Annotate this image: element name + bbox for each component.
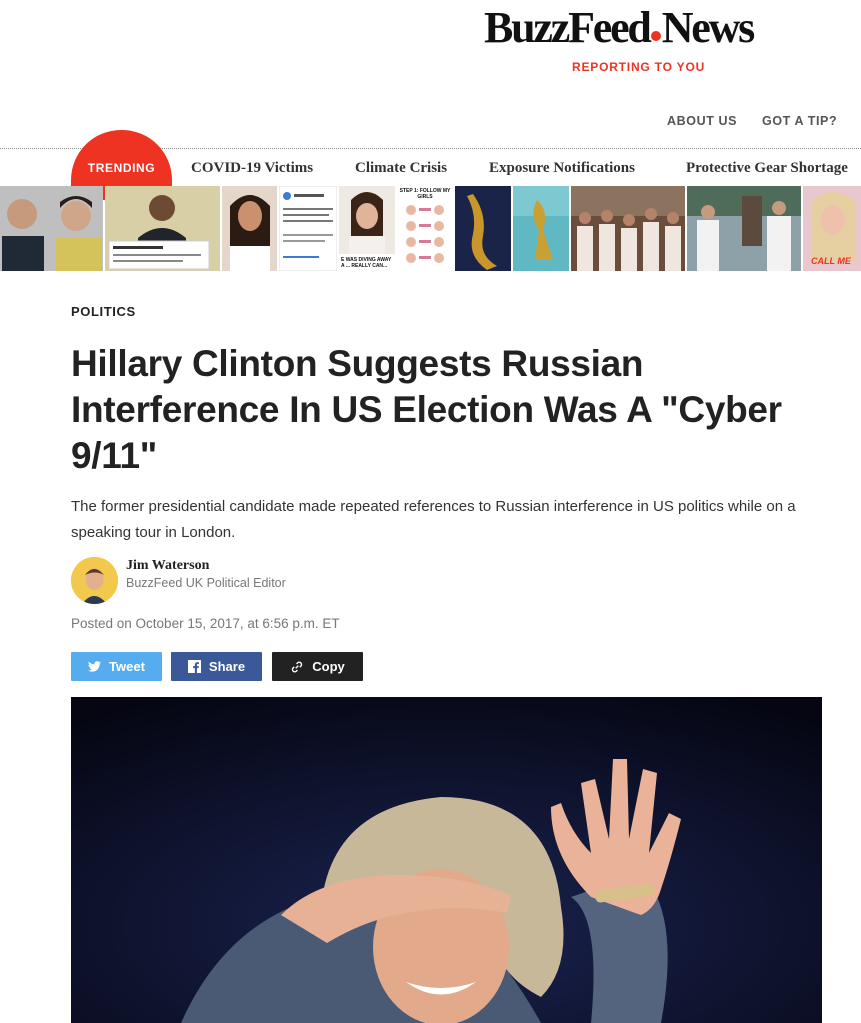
copy-link-button[interactable]: Copy xyxy=(272,652,363,681)
trending-thumb[interactable]: E WAS DIVING AWAY A ... REALLY CAN... xyxy=(339,186,395,271)
trending-link-protective-gear[interactable]: Protective Gear Shortage xyxy=(686,160,848,177)
trending-thumb[interactable] xyxy=(222,186,277,271)
trending-thumb[interactable] xyxy=(0,186,103,271)
facebook-f-icon xyxy=(187,660,201,673)
trending-thumb[interactable] xyxy=(279,186,337,271)
trending-link-climate-crisis[interactable]: Climate Crisis xyxy=(355,160,447,177)
thumbnail-image xyxy=(0,186,103,271)
article-dek: The former presidential candidate made r… xyxy=(71,498,796,541)
trending-link-covid-victims[interactable]: COVID-19 Victims xyxy=(191,160,313,177)
trending-thumb[interactable]: CALL ME xyxy=(803,186,861,271)
author-title: BuzzFeed UK Political Editor xyxy=(126,576,286,590)
logo-dot xyxy=(650,31,661,41)
posted-timestamp: Posted on October 15, 2017, at 6:56 p.m.… xyxy=(71,616,340,631)
article-headline: Hillary Clinton Suggests Russian Interfe… xyxy=(71,343,782,476)
link-icon xyxy=(290,660,304,674)
trending-thumb[interactable] xyxy=(513,186,569,271)
thumbnail-image xyxy=(279,186,337,271)
trending-thumb[interactable] xyxy=(687,186,801,271)
thumb-caption: CALL ME xyxy=(811,256,851,266)
tweet-label: Tweet xyxy=(109,659,145,674)
thumbnail-image xyxy=(455,186,511,271)
thumb-caption: STEP 1: FOLLOW MY GIRLS xyxy=(399,188,451,200)
logo-word-buzzfeed: BuzzFeed xyxy=(484,3,652,52)
trending-label: TRENDING xyxy=(87,161,156,175)
twitter-bird-icon xyxy=(88,661,102,672)
thumb-caption: E WAS DIVING AWAY A ... REALLY CAN... xyxy=(341,257,392,269)
thumbnail-image xyxy=(222,186,277,271)
trending-link-exposure-notifications[interactable]: Exposure Notifications xyxy=(489,160,635,177)
thumbnail-image xyxy=(513,186,569,271)
thumbnail-image xyxy=(105,186,220,271)
copy-label: Copy xyxy=(312,659,345,674)
trending-thumb[interactable]: STEP 1: FOLLOW MY GIRLS xyxy=(397,186,453,271)
buzzfeed-news-logo[interactable]: BuzzFeed News xyxy=(484,2,804,53)
trending-thumb[interactable] xyxy=(455,186,511,271)
tweet-button[interactable]: Tweet xyxy=(71,652,162,681)
hero-photo-clinton-waving xyxy=(71,697,822,1023)
section-label[interactable]: POLITICS xyxy=(71,304,136,319)
avatar-image xyxy=(71,557,118,604)
logo-word-news: News xyxy=(661,3,756,52)
trending-thumbnail-strip: E WAS DIVING AWAY A ... REALLY CAN... ST… xyxy=(0,186,861,271)
trending-thumb[interactable] xyxy=(571,186,685,271)
thumbnail-image xyxy=(687,186,801,271)
hero-image xyxy=(71,697,822,1023)
got-a-tip-link[interactable]: GOT A TIP? xyxy=(762,114,837,128)
share-label: Share xyxy=(208,659,246,674)
facebook-share-button[interactable]: Share xyxy=(171,652,262,681)
about-us-link[interactable]: ABOUT US xyxy=(667,114,737,128)
author-avatar[interactable] xyxy=(71,557,118,604)
tagline: REPORTING TO YOU xyxy=(572,60,706,74)
author-name[interactable]: Jim Waterson xyxy=(126,558,209,574)
trending-thumb[interactable] xyxy=(105,186,220,271)
thumbnail-image xyxy=(571,186,685,271)
